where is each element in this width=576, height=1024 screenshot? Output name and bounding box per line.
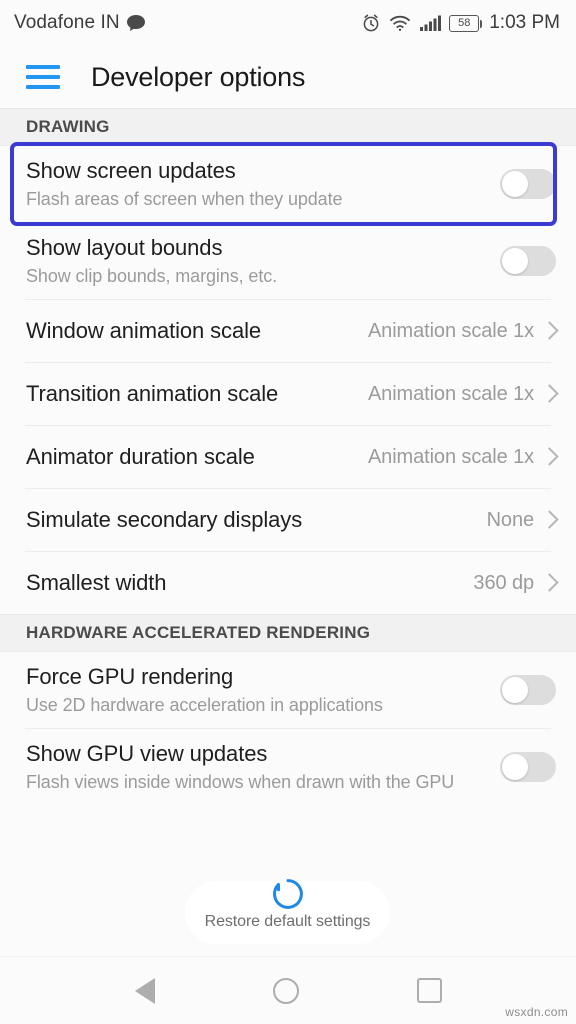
toggle-knob (502, 171, 528, 197)
toggle-switch[interactable] (500, 169, 556, 199)
chevron-right-icon (542, 446, 556, 468)
row-texts: Show GPU view updates Flash views inside … (26, 740, 500, 794)
row-value: Animation scale 1x (367, 445, 534, 468)
row-control[interactable]: 360 dp (473, 572, 556, 595)
chevron-right-icon (542, 572, 556, 594)
toggle-switch[interactable] (500, 246, 556, 276)
row-control[interactable]: Animation scale 1x (368, 446, 556, 469)
row-control[interactable] (500, 169, 556, 199)
settings-row[interactable]: Animator duration scale Animation scale 1… (0, 426, 576, 488)
row-subtitle: Use 2D hardware acceleration in applicat… (26, 694, 383, 715)
battery-icon: 58 (449, 14, 483, 32)
toggle-knob (502, 754, 528, 780)
row-title: Animator duration scale (26, 444, 255, 470)
message-bubble-icon (126, 14, 146, 32)
watermark-label: wsxdn.com (505, 1005, 568, 1019)
row-texts: Force GPU rendering Use 2D hardware accel… (26, 663, 500, 717)
row-control[interactable] (500, 675, 556, 705)
chevron-right-icon (542, 509, 556, 531)
settings-row[interactable]: Show layout bounds Show clip bounds, marg… (0, 223, 576, 299)
phone-screen: Vodafone IN 58 1:03 PM Developer options… (0, 0, 576, 1024)
row-title: Show GPU view updates (26, 741, 268, 767)
row-title: Show screen updates (26, 158, 236, 184)
toggle-switch[interactable] (500, 752, 556, 782)
status-bar-right: 58 1:03 PM (361, 12, 560, 34)
settings-row[interactable]: Force GPU rendering Use 2D hardware accel… (0, 652, 576, 728)
status-bar-left: Vodafone IN (14, 12, 146, 34)
settings-row[interactable]: Window animation scale Animation scale 1x (0, 300, 576, 362)
chevron-right-icon (542, 320, 556, 342)
row-texts: Show layout bounds Show clip bounds, marg… (26, 234, 500, 288)
chevron-right-icon (542, 383, 556, 405)
navigation-bar: wsxdn.com (0, 956, 576, 1024)
row-subtitle: Flash areas of screen when they update (26, 188, 343, 209)
row-value: Animation scale 1x (367, 319, 534, 342)
recents-square-icon[interactable] (416, 978, 442, 1003)
section-header: DRAWING (0, 108, 576, 146)
row-value: Animation scale 1x (367, 382, 534, 405)
home-circle-icon[interactable] (272, 977, 299, 1004)
row-texts: Simulate secondary displays (26, 506, 487, 534)
row-value: None (486, 508, 535, 531)
row-title: Simulate secondary displays (26, 507, 303, 533)
page-title: Developer options (91, 61, 306, 92)
settings-row[interactable]: Transition animation scale Animation scal… (0, 363, 576, 425)
settings-row[interactable]: Show GPU view updates Flash views inside … (0, 729, 576, 805)
status-bar: Vodafone IN 58 1:03 PM (0, 0, 576, 46)
settings-row[interactable]: Simulate secondary displays None (0, 489, 576, 551)
row-title: Window animation scale (26, 318, 262, 344)
row-subtitle: Show clip bounds, margins, etc. (26, 265, 278, 286)
row-value: 360 dp (473, 571, 534, 594)
row-control[interactable]: Animation scale 1x (368, 320, 556, 343)
row-texts: Window animation scale (26, 317, 368, 345)
row-texts: Animator duration scale (26, 443, 368, 471)
wifi-icon (389, 14, 411, 32)
row-control[interactable] (500, 246, 556, 276)
section-header: HARDWARE ACCELERATED RENDERING (0, 614, 576, 652)
row-title: Force GPU rendering (26, 664, 234, 690)
toast-label: Restore default settings (204, 913, 371, 930)
carrier-label: Vodafone IN (14, 12, 120, 33)
row-title: Smallest width (26, 570, 167, 596)
row-texts: Smallest width (26, 569, 473, 597)
toggle-knob (502, 248, 528, 274)
hamburger-menu-icon[interactable] (26, 65, 60, 89)
settings-row[interactable]: Smallest width 360 dp (0, 552, 576, 614)
toggle-switch[interactable] (500, 675, 556, 705)
row-title: Transition animation scale (26, 381, 279, 407)
row-title: Show layout bounds (26, 235, 223, 261)
row-subtitle: Flash views inside windows when drawn wi… (26, 771, 455, 792)
circular-progress-spinner-icon (271, 877, 305, 911)
row-control[interactable] (500, 752, 556, 782)
back-triangle-icon[interactable] (134, 977, 155, 1004)
row-control[interactable]: Animation scale 1x (368, 383, 556, 406)
battery-level-label: 58 (458, 16, 471, 29)
clock-label: 1:03 PM (489, 12, 560, 33)
alarm-clock-icon (361, 13, 381, 33)
row-texts: Show screen updates Flash areas of screen… (26, 157, 500, 211)
settings-list: DRAWING Show screen updates Flash areas of… (0, 108, 576, 805)
restore-defaults-toast: Restore default settings (185, 879, 390, 944)
toggle-knob (502, 677, 528, 703)
settings-row[interactable]: Show screen updates Flash areas of screen… (0, 146, 576, 222)
cellular-signal-icon (419, 14, 442, 32)
row-texts: Transition animation scale (26, 380, 368, 408)
row-control[interactable]: None (487, 509, 556, 532)
app-bar: Developer options (0, 46, 576, 108)
